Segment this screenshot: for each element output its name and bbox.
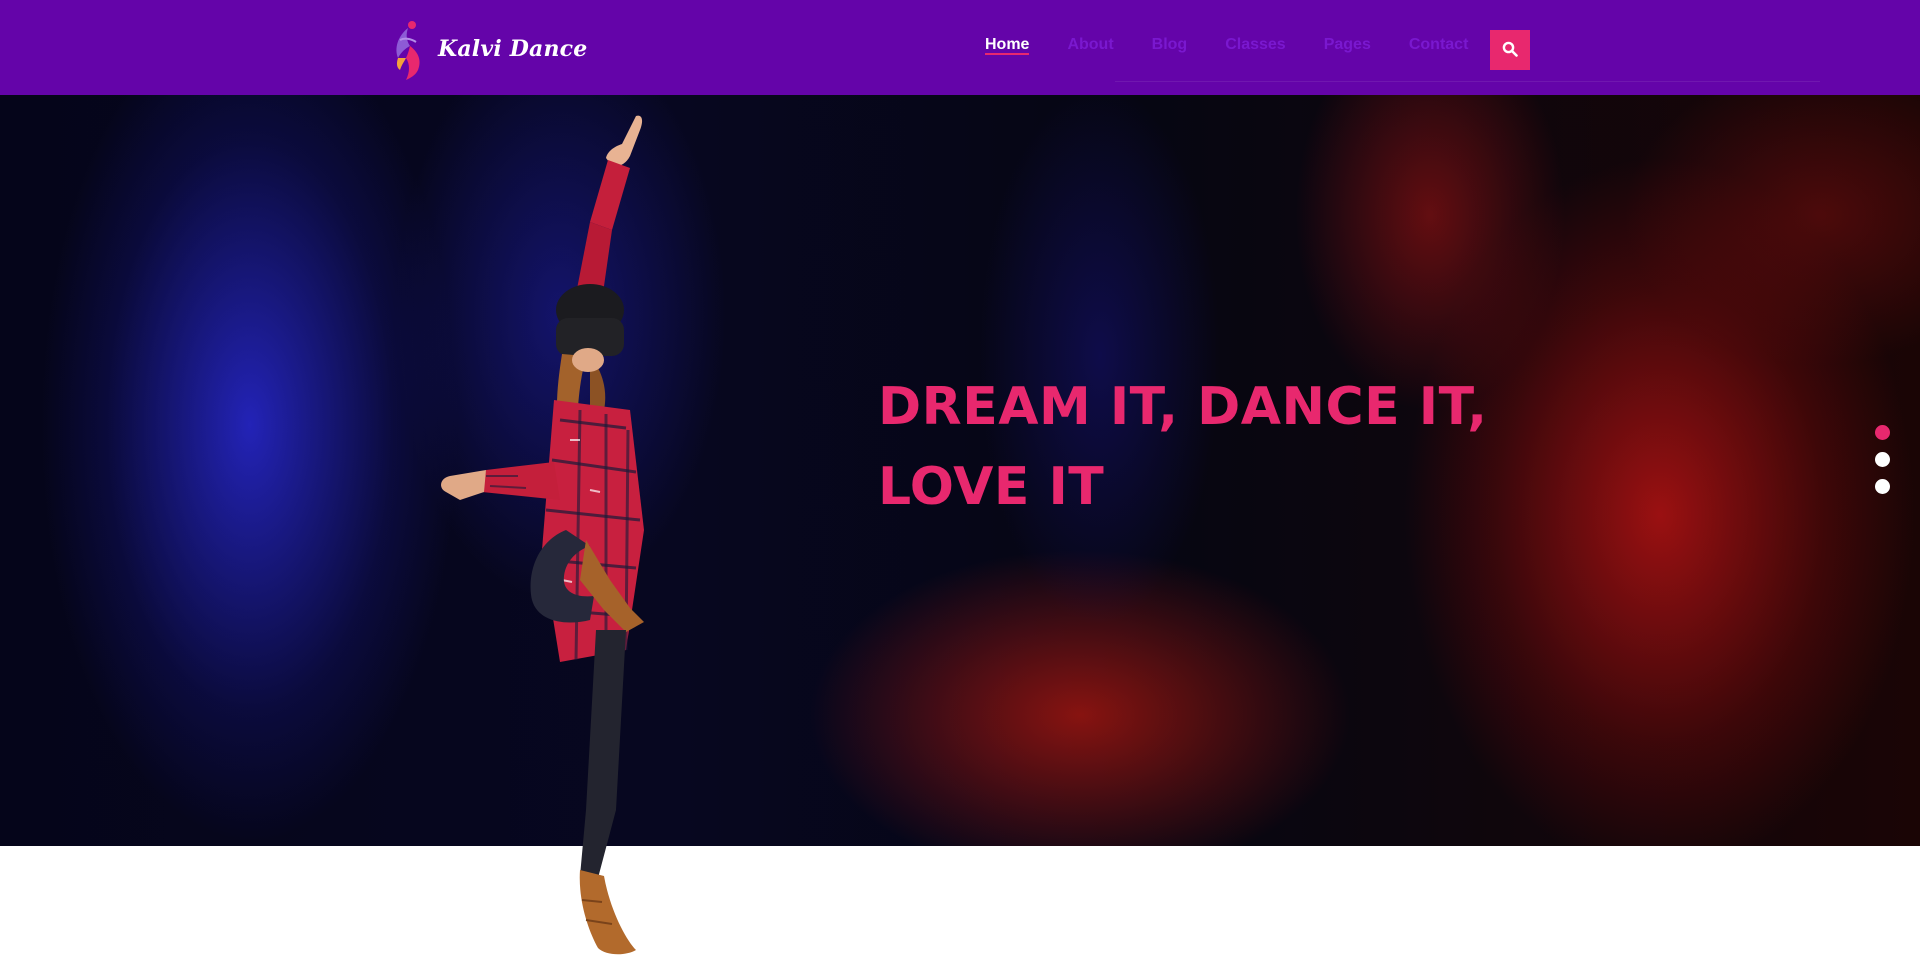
brand-name: Kalvi Dance	[438, 36, 588, 62]
nav-item-contact[interactable]: Contact	[1409, 36, 1469, 54]
nav-item-home[interactable]: Home	[985, 36, 1030, 55]
slider-pagination	[1875, 425, 1890, 506]
hero-headline-line-2: LOVE IT	[878, 457, 1105, 517]
dancer-logo-icon	[388, 18, 428, 80]
slider-dot-3[interactable]	[1875, 479, 1890, 494]
search-icon	[1502, 41, 1518, 60]
nav-item-pages[interactable]: Pages	[1324, 36, 1371, 54]
nav-item-classes[interactable]: Classes	[1225, 36, 1286, 54]
hero-headline: DREAM IT, DANCE IT, LOVE IT	[878, 367, 1518, 527]
slider-dot-1[interactable]	[1875, 425, 1890, 440]
header-divider	[1115, 81, 1820, 82]
nav-item-about[interactable]: About	[1067, 36, 1113, 54]
main-nav: Home About Blog Classes Pages Contact	[985, 36, 1469, 55]
nav-item-blog[interactable]: Blog	[1152, 36, 1188, 54]
hero-headline-line-1: DREAM IT, DANCE IT,	[878, 377, 1488, 437]
search-button[interactable]	[1490, 30, 1530, 70]
slider-dot-2[interactable]	[1875, 452, 1890, 467]
dancer-image	[430, 110, 760, 960]
site-header: Kalvi Dance Home About Blog Classes Page…	[0, 0, 1920, 95]
logo[interactable]: Kalvi Dance	[388, 18, 587, 80]
hero-banner: DREAM IT, DANCE IT, LOVE IT	[0, 95, 1920, 846]
